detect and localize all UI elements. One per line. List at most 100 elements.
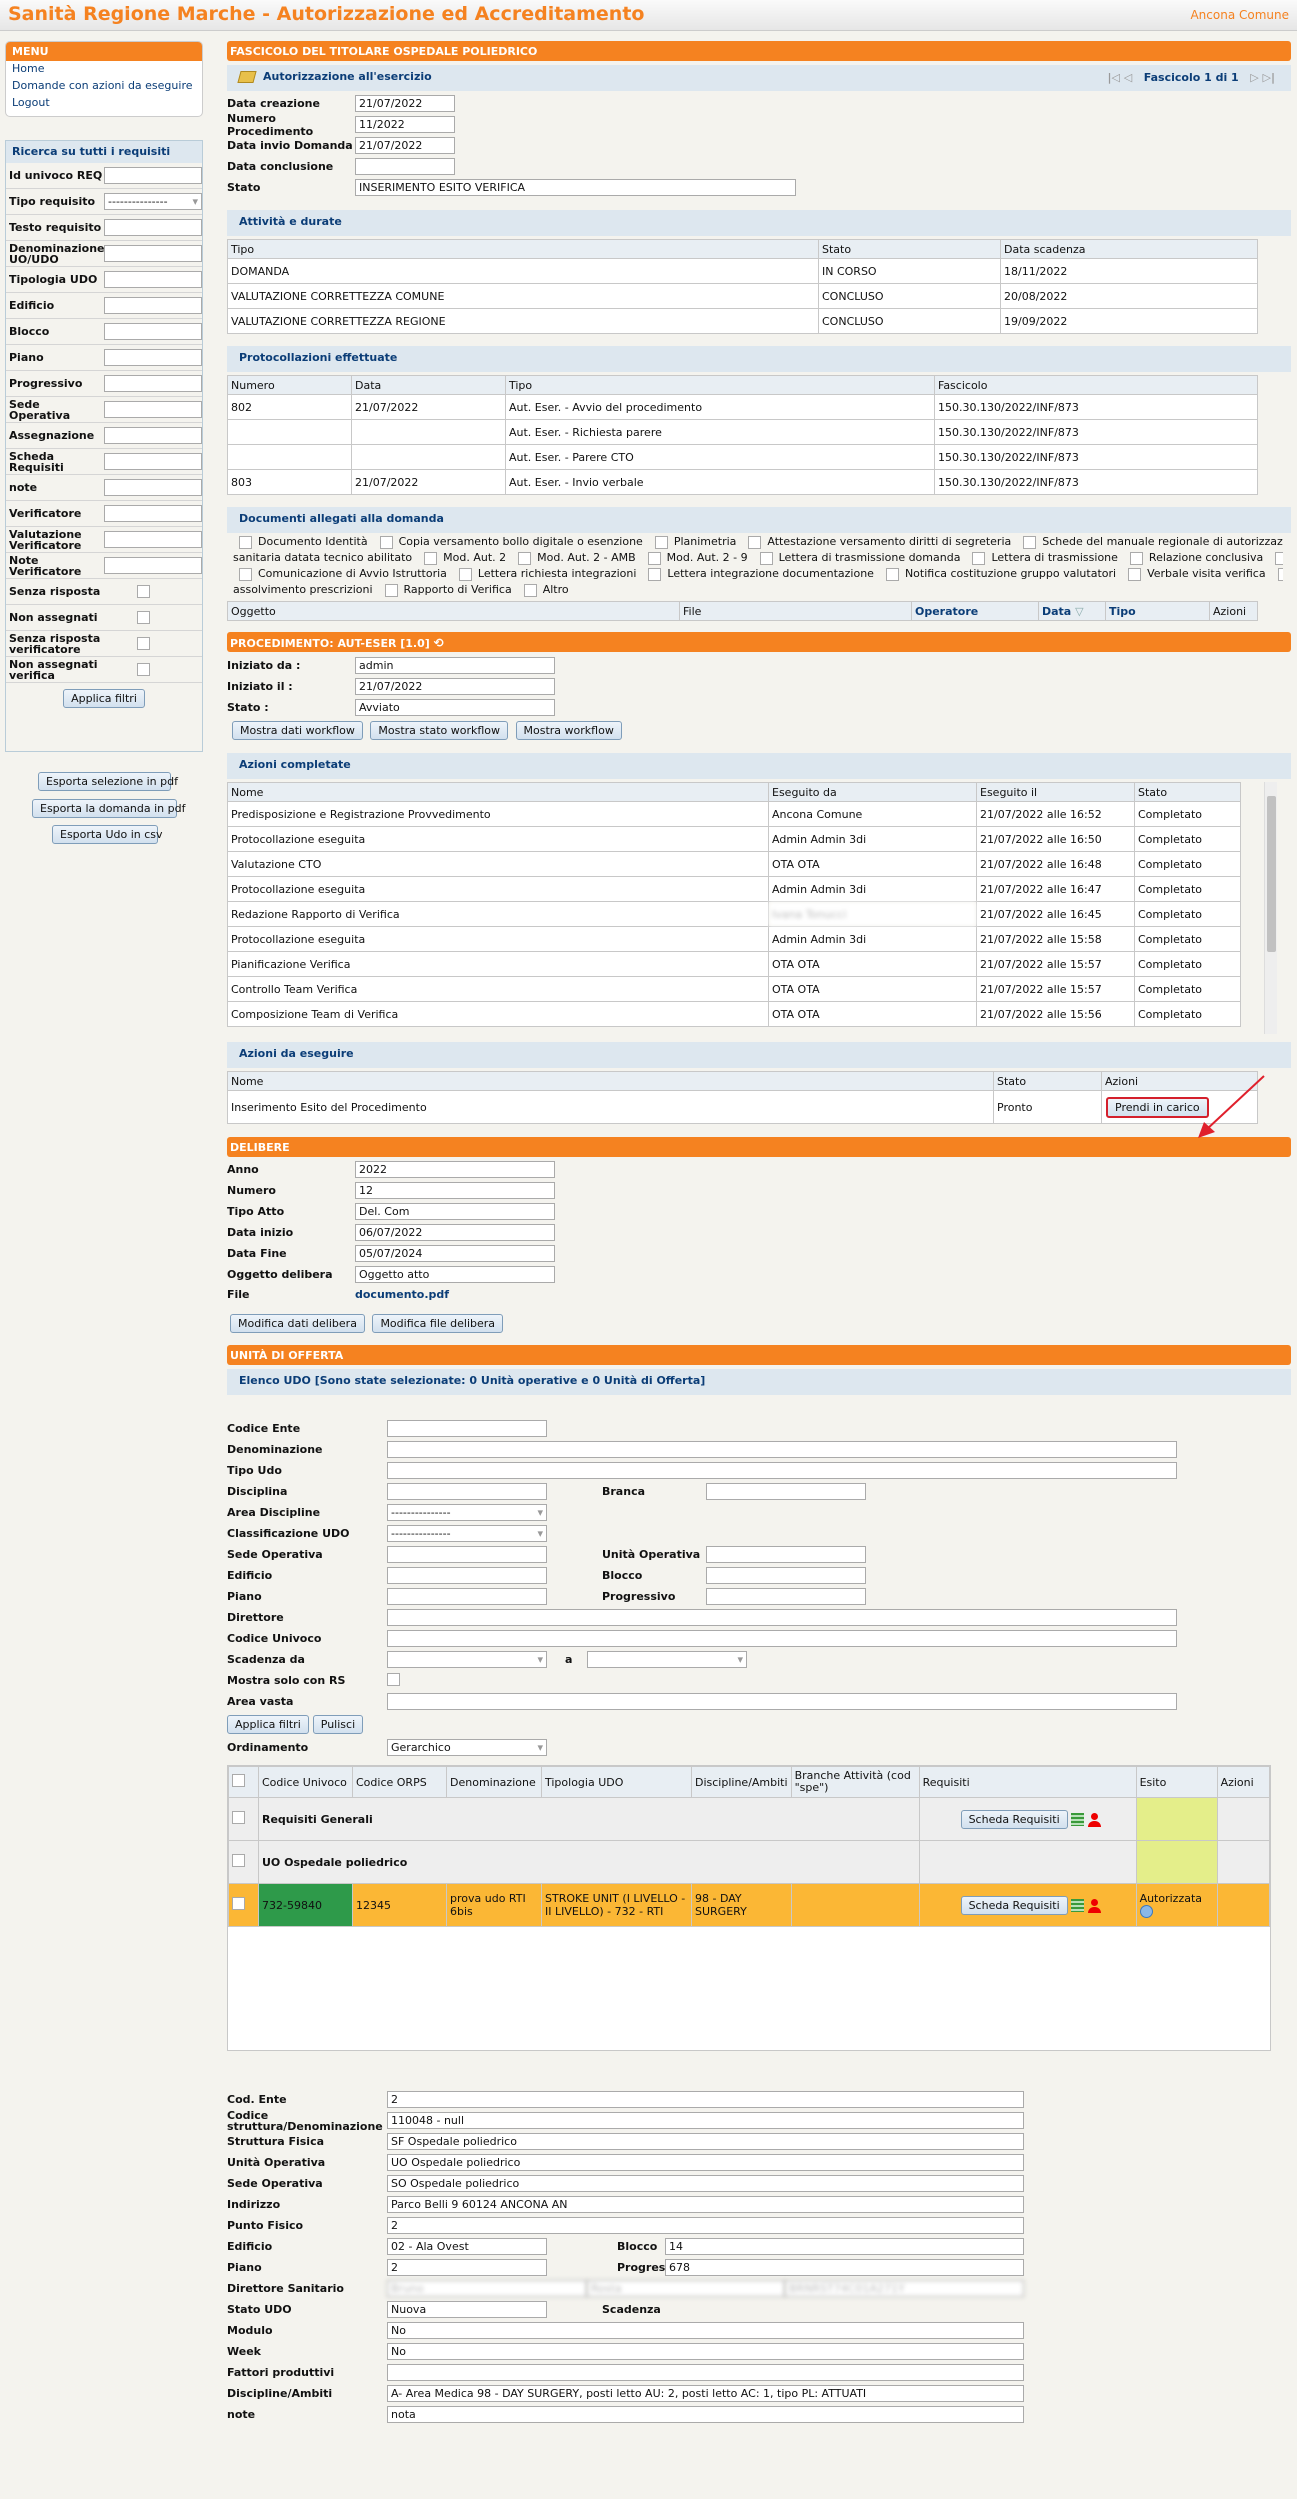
export-selection-pdf-button[interactable]: Esporta selezione in pdf bbox=[38, 772, 178, 791]
sede-operativa-input[interactable] bbox=[387, 1546, 547, 1563]
tipo-requisito-select[interactable]: --------------- ▾ bbox=[104, 193, 202, 210]
row-checkbox[interactable] bbox=[232, 1854, 245, 1867]
udo-apply-filters-button[interactable]: Applica filtri bbox=[227, 1715, 309, 1734]
field-value-oggetto-delibera[interactable]: Oggetto atto bbox=[355, 1266, 555, 1283]
area-vasta-input[interactable] bbox=[387, 1693, 1177, 1710]
field-value-tipo-atto[interactable]: Del. Com bbox=[355, 1203, 555, 1220]
doc-checkbox-mod-aut-2-amb[interactable] bbox=[518, 551, 532, 565]
show-workflow-state-button[interactable]: Mostra stato workflow bbox=[370, 721, 509, 740]
filter-input-id-univoco-req[interactable] bbox=[104, 167, 202, 184]
piano-input[interactable] bbox=[387, 1588, 547, 1605]
progressivo-input[interactable] bbox=[706, 1588, 866, 1605]
field-value-indirizzo[interactable]: Parco Belli 9 60124 ANCONA AN bbox=[387, 2196, 1024, 2213]
doc-checkbox-mod-aut-2-9[interactable] bbox=[647, 551, 661, 565]
row-checkbox[interactable] bbox=[232, 1897, 245, 1910]
direttore-value[interactable]: BRNRST74C01A271Y bbox=[785, 2280, 1024, 2297]
field-value-codice-struttura-denominazione[interactable]: 110048 - null bbox=[387, 2112, 1024, 2129]
scrollbar-thumb[interactable] bbox=[1267, 796, 1276, 952]
field-value-struttura-fisica[interactable]: SF Ospedale poliedrico bbox=[387, 2133, 1024, 2150]
mostra-rs-checkbox[interactable] bbox=[387, 1673, 400, 1686]
field-value-data-conclusione[interactable] bbox=[355, 158, 455, 175]
azioni-completate-scroll[interactable]: Nome Eseguito da Eseguito il Stato Predispo… bbox=[227, 782, 1277, 1034]
field-value-data-fine[interactable]: 05/07/2024 bbox=[355, 1245, 555, 1262]
table-row[interactable]: 732-59840 12345 prova udo RTI 6bis STROK… bbox=[228, 1883, 1271, 1927]
current-user[interactable]: Ancona Comune bbox=[1190, 8, 1289, 22]
doc-checkbox-relazione-conclusiva[interactable] bbox=[1129, 551, 1143, 565]
filter-checkbox-non-assegnati-verifica[interactable] bbox=[137, 663, 150, 676]
blocco-input[interactable] bbox=[706, 1567, 866, 1584]
udo-clear-button[interactable]: Pulisci bbox=[312, 1715, 364, 1734]
table-icon[interactable] bbox=[1071, 1899, 1085, 1912]
field-value-punto-fisico[interactable]: 2 bbox=[387, 2217, 1024, 2234]
tipo-udo-input[interactable] bbox=[387, 1462, 1177, 1479]
doc-checkbox-rapporto-di-verifica[interactable] bbox=[384, 583, 398, 597]
user-icon[interactable] bbox=[1087, 1898, 1101, 1913]
detail-value-week[interactable]: No bbox=[387, 2343, 1024, 2360]
col-operatore[interactable]: Operatore bbox=[911, 601, 1039, 621]
doc-checkbox-altro[interactable] bbox=[523, 583, 537, 597]
classificazione-select[interactable]: --------------- ▾ bbox=[387, 1525, 547, 1542]
filter-input-tipologia-udo[interactable] bbox=[104, 271, 202, 288]
detail-value-note[interactable]: nota bbox=[387, 2406, 1024, 2423]
doc-checkbox-lettera-di-trasmissione[interactable] bbox=[972, 551, 986, 565]
col-data[interactable]: Data ▽ bbox=[1038, 601, 1106, 621]
scheda-requisiti-button[interactable]: Scheda Requisiti bbox=[960, 1809, 1068, 1829]
branca-input[interactable] bbox=[706, 1483, 866, 1500]
scadenza-a-select[interactable]: ▾ bbox=[587, 1651, 747, 1668]
disciplina-input[interactable] bbox=[387, 1483, 547, 1500]
filter-input-note[interactable] bbox=[104, 479, 202, 496]
edit-delibera-file-button[interactable]: Modifica file delibera bbox=[372, 1314, 504, 1333]
area-discipline-select[interactable]: --------------- ▾ bbox=[387, 1504, 547, 1521]
filter-input-edificio[interactable] bbox=[104, 297, 202, 314]
field-value-numero-procedimento[interactable]: 11/2022 bbox=[355, 116, 455, 133]
filter-input-sede-operativa[interactable] bbox=[104, 401, 202, 418]
unita-operativa-input[interactable] bbox=[706, 1546, 866, 1563]
filter-input-scheda-requisiti[interactable] bbox=[104, 453, 202, 470]
export-domanda-pdf-button[interactable]: Esporta la domanda in pdf bbox=[32, 799, 185, 818]
doc-checkbox-lettera-richiesta-integrazioni[interactable] bbox=[458, 567, 472, 581]
filter-input-verificatore[interactable] bbox=[104, 505, 202, 522]
doc-checkbox-schede-del-manuale-regionale-di-autorizzazione[interactable] bbox=[1023, 535, 1037, 549]
field-value-data-creazione[interactable]: 21/07/2022 bbox=[355, 95, 455, 112]
filter-input-blocco[interactable] bbox=[104, 323, 202, 340]
detail-value-blocco[interactable]: 14 bbox=[665, 2238, 1024, 2255]
codice-univoco-input[interactable] bbox=[387, 1630, 1177, 1647]
field-value-unita-operativa[interactable]: UO Ospedale poliedrico bbox=[387, 2154, 1024, 2171]
field-value-numero[interactable]: 12 bbox=[355, 1182, 555, 1199]
doc-checkbox-decreto[interactable] bbox=[1275, 551, 1283, 565]
delibera-file-link[interactable]: documento.pdf bbox=[355, 1288, 449, 1301]
detail-value-fattori[interactable] bbox=[387, 2364, 1024, 2381]
detail-value-progressivo[interactable]: 678 bbox=[665, 2259, 1024, 2276]
show-workflow-button[interactable]: Mostra workflow bbox=[515, 721, 622, 740]
detail-value-disc[interactable]: A- Area Medica 98 - DAY SURGERY, posti l… bbox=[387, 2385, 1024, 2402]
filter-input-denominazione-uo-udo[interactable] bbox=[104, 245, 202, 262]
doc-checkbox-notifica-costituzione-gruppo-valutatori[interactable] bbox=[885, 567, 899, 581]
filter-input-piano[interactable] bbox=[104, 349, 202, 366]
export-udo-csv-button[interactable]: Esporta Udo in csv bbox=[52, 825, 163, 844]
select-all-checkbox[interactable] bbox=[232, 1774, 245, 1787]
edificio-input[interactable] bbox=[387, 1567, 547, 1584]
field-value-data-invio-domanda[interactable]: 21/07/2022 bbox=[355, 137, 455, 154]
detail-value-stato[interactable]: Nuova bbox=[387, 2301, 547, 2318]
refresh-icon[interactable]: ⟲ bbox=[434, 636, 444, 650]
filter-input-testo-requisito[interactable] bbox=[104, 219, 202, 236]
doc-checkbox-copia-versamento-bollo-digitale-o-esenzione[interactable] bbox=[379, 535, 393, 549]
edit-delibera-data-button[interactable]: Modifica dati delibera bbox=[230, 1314, 365, 1333]
filter-checkbox-senza-risposta[interactable] bbox=[137, 585, 150, 598]
doc-checkbox-lettera-integrazione-documentazione[interactable] bbox=[648, 567, 662, 581]
apply-filters-button[interactable]: Applica filtri bbox=[63, 689, 145, 708]
filter-input-assegnazione[interactable] bbox=[104, 427, 202, 444]
field-value-stato[interactable]: Avviato bbox=[355, 699, 555, 716]
table-icon[interactable] bbox=[1071, 1813, 1085, 1826]
doc-checkbox-lettera-di-trasmissione-domanda[interactable] bbox=[759, 551, 773, 565]
detail-value-edificio[interactable]: 02 - Ala Ovest bbox=[387, 2238, 547, 2255]
direttore-value[interactable]: Rosta bbox=[587, 2280, 785, 2297]
menu-item-home[interactable]: Home bbox=[6, 61, 202, 78]
field-value-iniziato-da[interactable]: admin bbox=[355, 657, 555, 674]
doc-checkbox-verbale[interactable] bbox=[1277, 567, 1283, 581]
col-tipo[interactable]: Tipo bbox=[1105, 601, 1210, 621]
doc-checkbox-mod-aut-2[interactable] bbox=[424, 551, 438, 565]
menu-item-logout[interactable]: Logout bbox=[6, 95, 202, 112]
detail-value-modulo[interactable]: No bbox=[387, 2322, 1024, 2339]
scadenza-da-select[interactable]: ▾ bbox=[387, 1651, 547, 1668]
